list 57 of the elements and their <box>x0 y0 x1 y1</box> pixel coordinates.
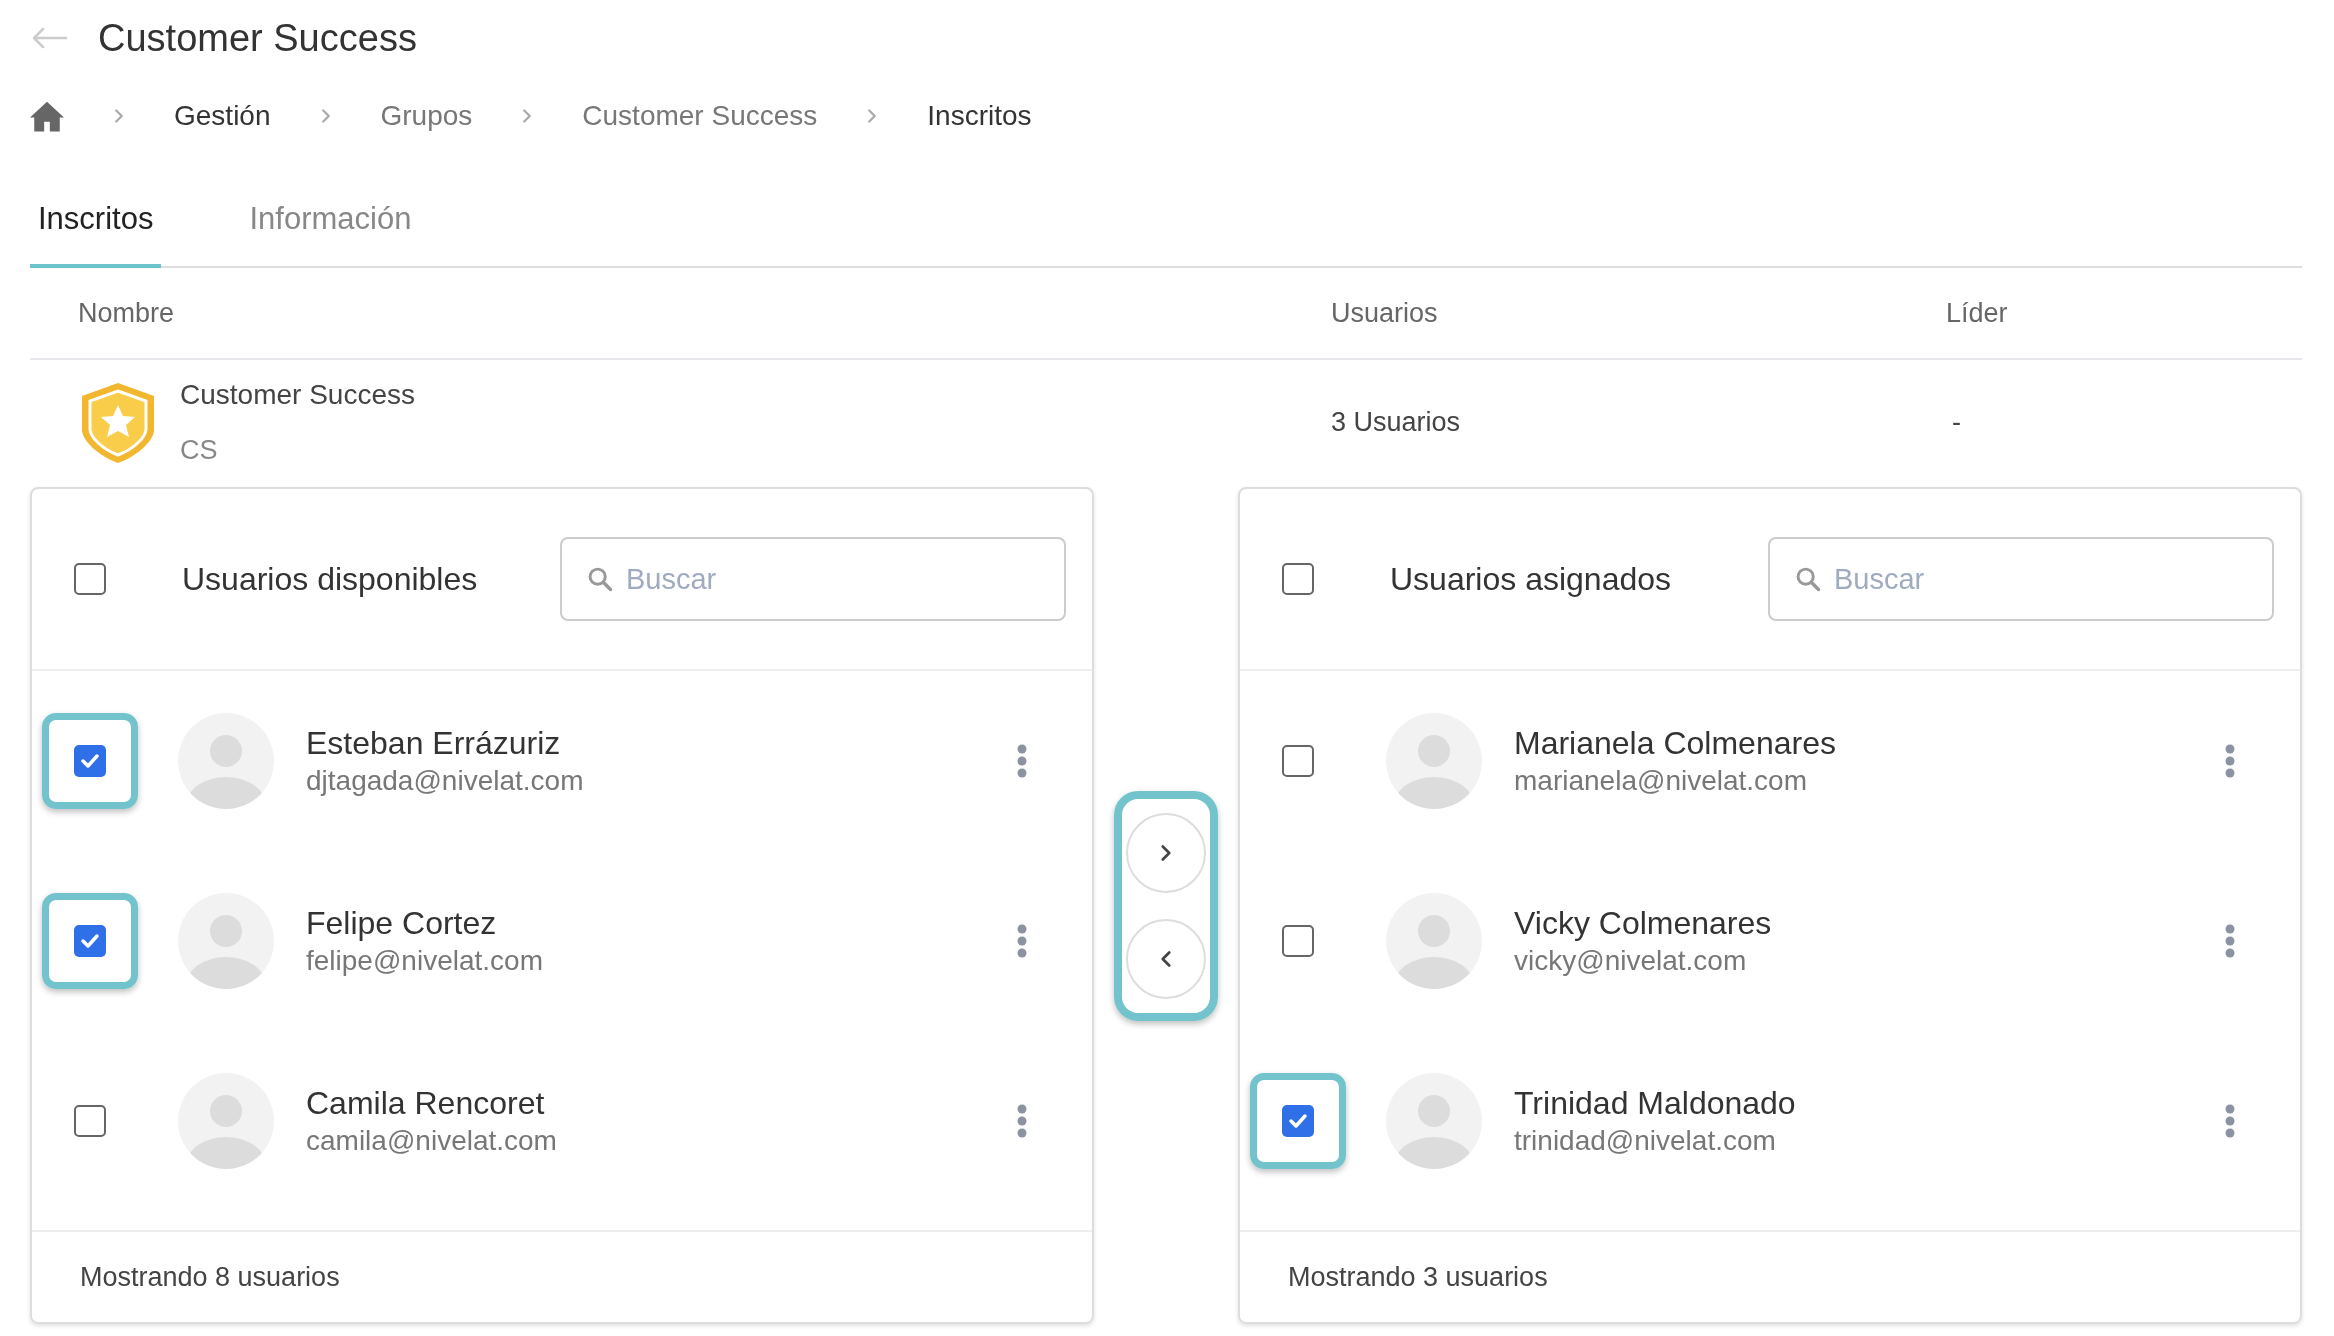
user-name: Marianela Colmenares <box>1514 724 1837 763</box>
tab[interactable]: Información <box>241 195 420 268</box>
checkbox[interactable] <box>1282 563 1314 595</box>
search-icon <box>1794 565 1822 593</box>
more-vertical-icon <box>2225 924 2235 958</box>
more-vertical-icon <box>2225 744 2235 778</box>
page-title: Customer Success <box>98 15 417 61</box>
footer-text: Mostrando 8 usuarios <box>80 1260 340 1294</box>
user-email: marianela@nivelat.com <box>1514 764 1808 798</box>
home-button[interactable] <box>30 100 64 132</box>
tab[interactable]: Inscritos <box>30 195 162 268</box>
user-row[interactable]: Felipe Cortez felipe@nivelat.com <box>32 851 1092 1031</box>
panel-title: Usuarios disponibles <box>182 560 479 599</box>
more-vertical-icon <box>2225 1104 2235 1138</box>
more-vertical-icon <box>1017 924 1027 958</box>
checkbox[interactable] <box>74 563 106 595</box>
column-header: Usuarios <box>1331 296 1439 330</box>
checkbox[interactable] <box>74 745 106 777</box>
table-cell-text: - <box>1951 406 1962 440</box>
user-email: camila@nivelat.com <box>306 1124 558 1158</box>
user-email: trinidad@nivelat.com <box>1514 1124 1777 1158</box>
breadcrumb-link[interactable]: Inscritos <box>927 95 1032 137</box>
user-name: Vicky Colmenares <box>1514 904 1773 943</box>
column-header: Nombre <box>78 296 176 330</box>
group-name: Customer Success <box>180 378 415 413</box>
user-row[interactable]: Trinidad Maldonado trinidad@nivelat.com <box>1240 1031 2300 1211</box>
user-row[interactable]: Marianela Colmenares marianela@nivelat.com <box>1240 671 2300 851</box>
user-name: Esteban Errázuriz <box>306 724 562 763</box>
user-row[interactable]: Camila Rencoret camila@nivelat.com <box>32 1031 1092 1211</box>
user-email: vicky@nivelat.com <box>1514 944 1748 978</box>
checkbox[interactable] <box>1282 745 1314 777</box>
home-icon <box>30 100 64 132</box>
search-field[interactable]: Buscar <box>1768 537 2274 621</box>
user-email: djtagada@nivelat.com <box>306 764 585 798</box>
back-arrow-icon <box>30 26 68 50</box>
breadcrumb-link[interactable]: Grupos <box>380 95 473 137</box>
more-vertical-icon <box>1017 1104 1027 1138</box>
checkbox[interactable] <box>1282 925 1314 957</box>
group-code: CS <box>180 434 219 468</box>
user-name: Trinidad Maldonado <box>1514 1084 1797 1123</box>
user-email: felipe@nivelat.com <box>306 944 544 978</box>
user-name: Felipe Cortez <box>306 904 498 943</box>
footer-text: Mostrando 3 usuarios <box>1288 1260 1548 1294</box>
table-cell-text: 3 Usuarios <box>1331 406 1462 440</box>
user-row[interactable]: Vicky Colmenares vicky@nivelat.com <box>1240 851 2300 1031</box>
user-row[interactable]: Esteban Errázuriz djtagada@nivelat.com <box>32 671 1092 851</box>
search-icon <box>586 565 614 593</box>
column-header: Líder <box>1946 296 2009 330</box>
breadcrumb-link[interactable]: Gestión <box>174 95 271 137</box>
checkbox[interactable] <box>74 925 106 957</box>
breadcrumb-link[interactable]: Customer Success <box>582 95 818 137</box>
checkbox[interactable] <box>74 1105 106 1137</box>
panel-title: Usuarios asignados <box>1390 560 1673 599</box>
search-field[interactable]: Buscar <box>560 537 1066 621</box>
checkbox[interactable] <box>1282 1105 1314 1137</box>
more-vertical-icon <box>1017 744 1027 778</box>
user-name: Camila Rencoret <box>306 1084 546 1123</box>
